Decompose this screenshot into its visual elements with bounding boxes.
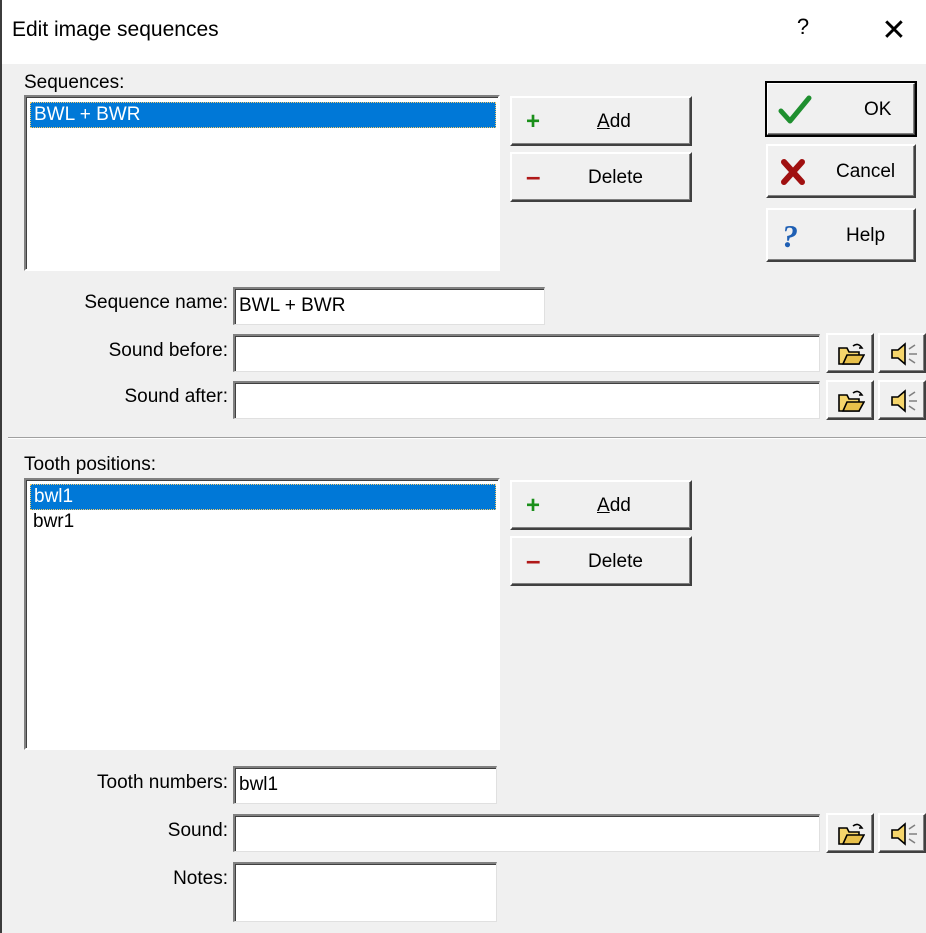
close-icon: ✕ (881, 14, 907, 47)
tooth-positions-label: Tooth positions: (24, 454, 157, 475)
minus-icon: – (526, 545, 541, 575)
title-help-button[interactable]: ? (788, 14, 818, 48)
sound-field[interactable] (233, 814, 820, 852)
ok-button[interactable]: OK (765, 81, 917, 137)
close-button[interactable]: ✕ (872, 10, 916, 52)
speaker-icon (891, 389, 917, 413)
sequence-name-label: Sequence name: (84, 292, 228, 313)
add-sequence-button[interactable]: + Add (510, 96, 692, 146)
sound-play-button[interactable] (878, 813, 926, 853)
red-x-icon (781, 159, 805, 185)
sound-label: Sound: (167, 820, 228, 841)
sound-before-play-button[interactable] (878, 333, 926, 373)
sequence-name-field[interactable]: BWL + BWR (233, 287, 545, 325)
sequences-label: Sequences: (24, 72, 125, 93)
notes-field[interactable] (233, 862, 497, 922)
sequences-listbox[interactable]: BWL + BWR (24, 95, 500, 271)
sound-after-label: Sound after: (124, 386, 228, 407)
list-item[interactable]: bwr1 (30, 510, 74, 536)
tooth-numbers-label: Tooth numbers: (97, 772, 228, 793)
checkmark-icon (778, 95, 812, 124)
tooth-positions-listbox[interactable]: bwl1 bwr1 (24, 478, 500, 750)
tooth-numbers-field[interactable]: bwl1 (233, 766, 497, 804)
notes-label: Notes: (173, 868, 228, 889)
cancel-button[interactable]: Cancel (766, 144, 916, 198)
sound-browse-button[interactable] (826, 813, 874, 853)
plus-icon: + (526, 492, 541, 519)
open-folder-icon (838, 390, 865, 412)
section-divider (8, 437, 926, 439)
sound-before-label: Sound before: (108, 340, 228, 361)
sound-after-play-button[interactable] (878, 380, 926, 420)
list-item[interactable]: BWL + BWR (30, 102, 496, 128)
help-button[interactable]: ? Help (766, 208, 916, 262)
question-mark-icon: ? (782, 218, 798, 254)
sound-before-browse-button[interactable] (826, 333, 874, 373)
open-folder-icon (838, 823, 865, 845)
plus-icon: + (526, 108, 541, 135)
window-border (0, 0, 2, 933)
minus-icon: – (526, 161, 541, 191)
add-tooth-position-button[interactable]: + Add (510, 480, 692, 530)
speaker-icon (891, 822, 917, 846)
window-title: Edit image sequences (12, 18, 219, 41)
delete-sequence-button[interactable]: – Delete (510, 152, 692, 202)
sound-before-field[interactable] (233, 334, 820, 372)
open-folder-icon (838, 343, 865, 365)
delete-tooth-position-button[interactable]: – Delete (510, 536, 692, 586)
speaker-icon (891, 342, 917, 366)
sound-after-browse-button[interactable] (826, 380, 874, 420)
list-item[interactable]: bwl1 (30, 484, 496, 510)
sound-after-field[interactable] (233, 381, 820, 419)
